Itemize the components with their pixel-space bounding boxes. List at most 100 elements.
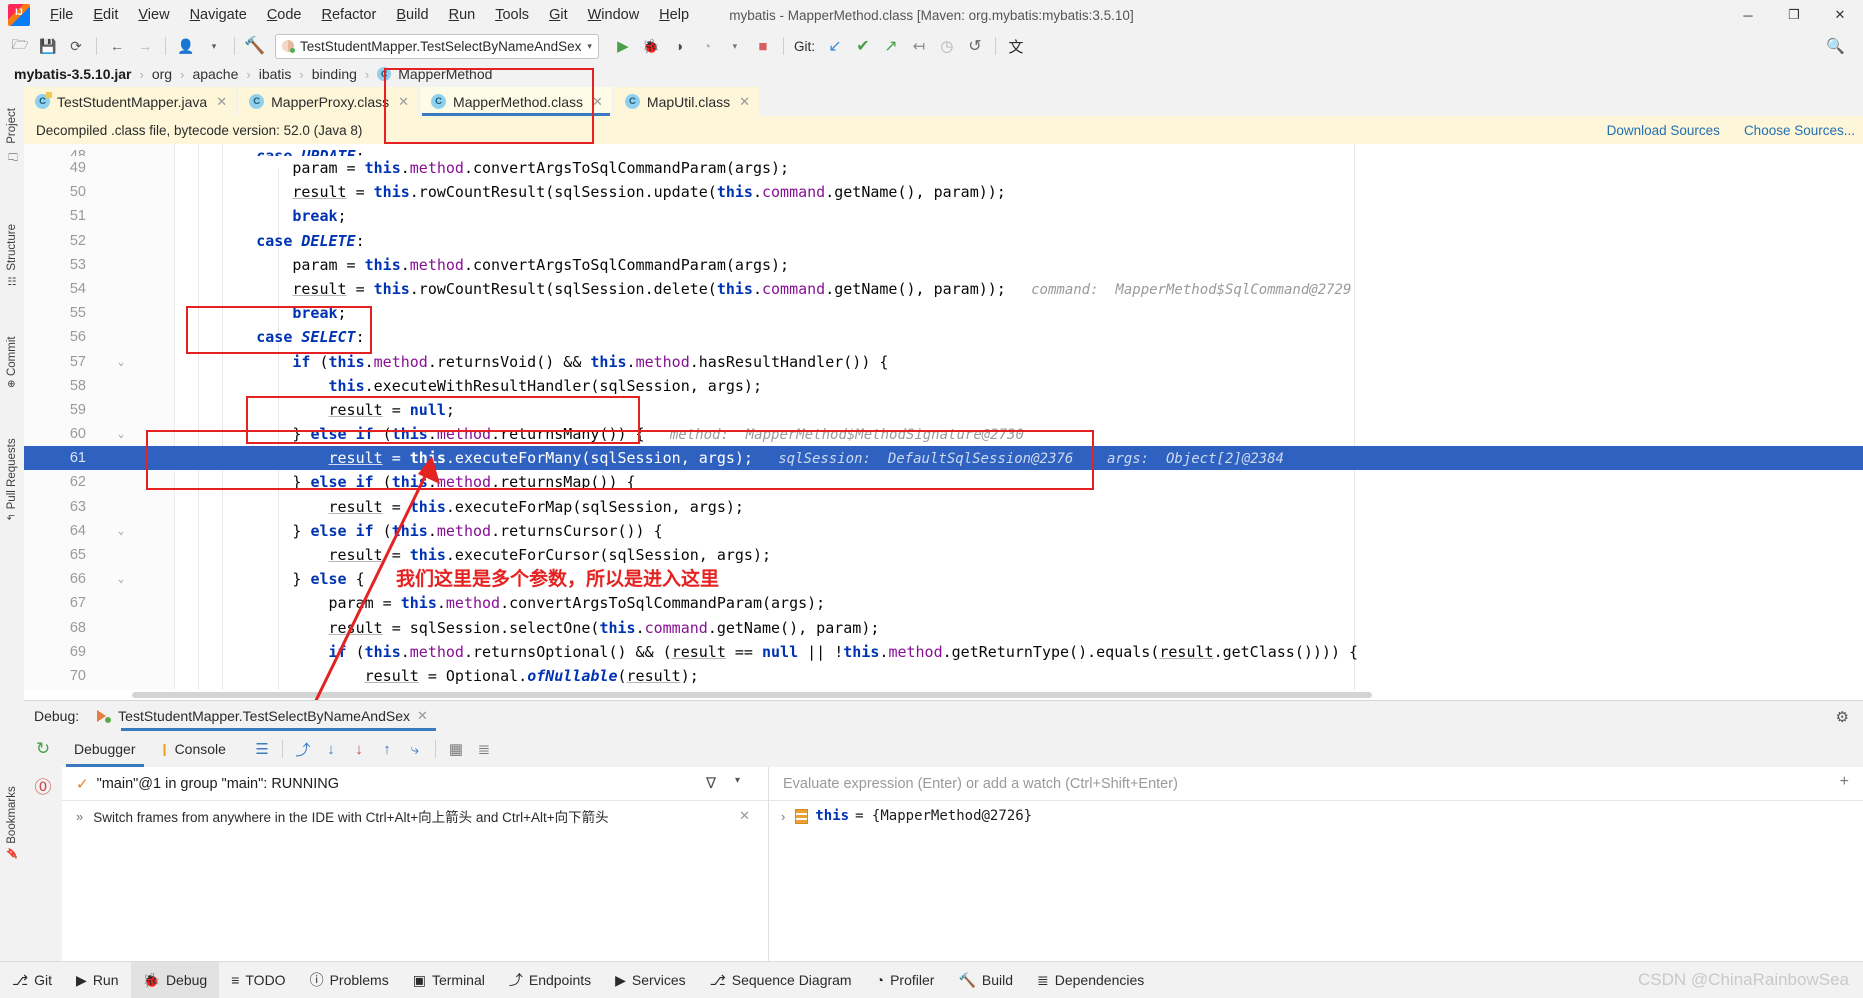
mute-breakpoints-icon[interactable]: ≣: [470, 735, 498, 763]
git-rebase-icon[interactable]: ↤: [906, 33, 932, 59]
menu-git[interactable]: Git: [539, 4, 578, 26]
rail-item-structure[interactable]: ☷ Structure: [0, 224, 24, 286]
git-update-icon[interactable]: ↙: [822, 33, 848, 59]
fold-marker-icon[interactable]: ⌄: [114, 519, 128, 543]
minimize-button[interactable]: ─: [1725, 0, 1771, 30]
scrollbar-thumb[interactable]: [132, 692, 1372, 698]
run-icon[interactable]: ▶: [610, 33, 636, 59]
filter-icon[interactable]: ∇: [706, 774, 716, 792]
debug-session-tab[interactable]: TestStudentMapper.TestSelectByNameAndSex…: [97, 702, 436, 731]
close-icon[interactable]: ✕: [216, 94, 227, 110]
build-hammer-icon[interactable]: 🔨: [242, 33, 268, 59]
code-line-64[interactable]: 64 ⌄ } else if (this.method.returnsCursor…: [24, 519, 1863, 543]
close-icon[interactable]: ✕: [739, 808, 750, 824]
editor-horizontal-scrollbar[interactable]: [24, 690, 1863, 700]
breadcrumb-item-0[interactable]: mybatis-3.5.10.jar: [14, 66, 132, 82]
menu-code[interactable]: Code: [257, 4, 312, 26]
navigate-back-icon[interactable]: ←: [104, 33, 130, 59]
menu-window[interactable]: Window: [578, 4, 650, 26]
editor-tab-mapperproxy-class[interactable]: C MapperProxy.class ✕: [238, 87, 419, 116]
status-item-todo[interactable]: ≡ TODO: [219, 962, 297, 998]
menu-help[interactable]: Help: [649, 4, 699, 26]
code-line-53[interactable]: 53 param = this.method.convertArgsToSqlC…: [24, 253, 1863, 277]
vcs-user-icon[interactable]: 👤: [173, 33, 199, 59]
evaluate-expression-input[interactable]: Evaluate expression (Enter) or add a wat…: [769, 767, 1863, 801]
status-item-build[interactable]: 🔨 Build: [946, 962, 1025, 998]
run-with-coverage-icon[interactable]: ◑: [666, 33, 692, 59]
rail-item-commit[interactable]: ⊕ Commit: [0, 336, 24, 388]
gear-icon[interactable]: ⚙: [1836, 708, 1849, 726]
breadcrumb-item-5[interactable]: MapperMethod: [398, 66, 492, 82]
status-item-run[interactable]: ▶ Run: [64, 962, 130, 998]
layout-icon[interactable]: ☰: [248, 735, 276, 763]
git-commit-icon[interactable]: ✔: [850, 33, 876, 59]
status-item-endpoints[interactable]: ⤴ Endpoints: [497, 962, 603, 998]
debug-icon[interactable]: 🐞: [638, 33, 664, 59]
rerun-icon[interactable]: ↻: [24, 731, 62, 767]
code-line-54[interactable]: 54 result = this.rowCountResult(sqlSessi…: [24, 277, 1863, 301]
download-sources-link[interactable]: Download Sources: [1607, 123, 1720, 138]
menu-view[interactable]: View: [128, 4, 179, 26]
expand-icon[interactable]: »: [76, 809, 83, 824]
menu-refactor[interactable]: Refactor: [312, 4, 387, 26]
breadcrumb-item-3[interactable]: ibatis: [259, 66, 292, 82]
close-icon[interactable]: ✕: [398, 94, 409, 110]
status-item-dependencies[interactable]: ≣ Dependencies: [1025, 962, 1156, 998]
chevron-down-icon[interactable]: ▾: [735, 775, 740, 786]
menu-build[interactable]: Build: [386, 4, 438, 26]
stop-session-icon[interactable]: ⓪: [24, 767, 62, 803]
code-line-70[interactable]: 70 result = Optional.ofNullable(result);: [24, 664, 1863, 688]
git-rollback-icon[interactable]: ↺: [962, 33, 988, 59]
breadcrumb-item-2[interactable]: apache: [192, 66, 238, 82]
open-project-icon[interactable]: 🗁: [7, 33, 33, 59]
breadcrumb[interactable]: mybatis-3.5.10.jar › org › apache › ibatis › bin…: [0, 62, 1863, 86]
menu-tools[interactable]: Tools: [485, 4, 539, 26]
close-button[interactable]: ✕: [1817, 0, 1863, 30]
variable-row-this[interactable]: › this = {MapperMethod@2726}: [769, 800, 1863, 832]
chevron-right-icon[interactable]: ›: [781, 809, 785, 824]
run-to-cursor-icon[interactable]: ⤷: [401, 735, 429, 763]
status-item-debug[interactable]: 🐞 Debug: [130, 962, 220, 998]
menu-run[interactable]: Run: [439, 4, 486, 26]
step-over-icon[interactable]: ⤴: [289, 735, 317, 763]
git-history-icon[interactable]: ◷: [934, 33, 960, 59]
code-line-49[interactable]: 49 param = this.method.convertArgsToSqlC…: [24, 156, 1863, 180]
stop-icon[interactable]: ■: [750, 33, 776, 59]
code-line-61[interactable]: 61 result = this.executeForMany(sqlSessi…: [24, 446, 1863, 471]
menu-navigate[interactable]: Navigate: [180, 4, 257, 26]
fold-marker-icon[interactable]: ⌄: [114, 350, 128, 374]
code-line-69[interactable]: 69 if (this.method.returnsOptional() && …: [24, 640, 1863, 664]
translate-icon[interactable]: 文: [1003, 33, 1029, 59]
code-line-66[interactable]: 66 ⌄ } else {: [24, 567, 1863, 591]
code-line-58[interactable]: 58 this.executeWithResultHandler(sqlSess…: [24, 374, 1863, 398]
status-item-services[interactable]: ▶ Services: [603, 962, 697, 998]
sync-icon[interactable]: ⟳: [63, 33, 89, 59]
status-item-sequence-diagram[interactable]: ⎇ Sequence Diagram: [698, 962, 864, 998]
choose-sources-link[interactable]: Choose Sources...: [1744, 123, 1855, 138]
force-step-into-icon[interactable]: ↓: [345, 735, 373, 763]
evaluate-icon[interactable]: ▦: [442, 735, 470, 763]
editor-tab-maputil-class[interactable]: C MapUtil.class ✕: [613, 87, 760, 116]
debug-tab-debugger[interactable]: Debugger: [62, 732, 148, 767]
thread-status-row[interactable]: ✓ "main"@1 in group "main": RUNNING ∇ ▾: [62, 767, 768, 801]
status-item-terminal[interactable]: ▣ Terminal: [401, 962, 497, 998]
code-editor[interactable]: 48 case UPDATE: 49 param = this.method.co…: [24, 144, 1863, 700]
rail-item-pull-requests[interactable]: ↰ Pull Requests: [0, 438, 24, 521]
menu-file[interactable]: File: [40, 4, 83, 26]
step-out-icon[interactable]: ↑: [373, 735, 401, 763]
save-all-icon[interactable]: 💾: [35, 33, 61, 59]
status-item-profiler[interactable]: ◔ Profiler: [864, 962, 947, 998]
menu-edit[interactable]: Edit: [83, 4, 128, 26]
debug-tab-console[interactable]: ❙ Console: [148, 732, 238, 767]
code-line-63[interactable]: 63 result = this.executeForMap(sqlSessio…: [24, 495, 1863, 519]
chevron-down-icon-2[interactable]: ▾: [722, 33, 748, 59]
fold-marker-icon[interactable]: ⌄: [114, 422, 128, 446]
code-line-60[interactable]: 60 ⌄ } else if (this.method.returnsMany()…: [24, 422, 1863, 446]
fold-marker-icon[interactable]: ⌄: [114, 567, 128, 591]
menu-bar[interactable]: File Edit View Navigate Code Refactor Build Run…: [40, 0, 699, 30]
code-line-52[interactable]: 52 case DELETE:: [24, 229, 1863, 253]
code-line-50[interactable]: 50 result = this.rowCountResult(sqlSessi…: [24, 180, 1863, 204]
code-line-56[interactable]: 56 case SELECT:: [24, 325, 1863, 349]
breadcrumb-item-1[interactable]: org: [152, 66, 172, 82]
code-line-65[interactable]: 65 result = this.executeForCursor(sqlSes…: [24, 543, 1863, 567]
